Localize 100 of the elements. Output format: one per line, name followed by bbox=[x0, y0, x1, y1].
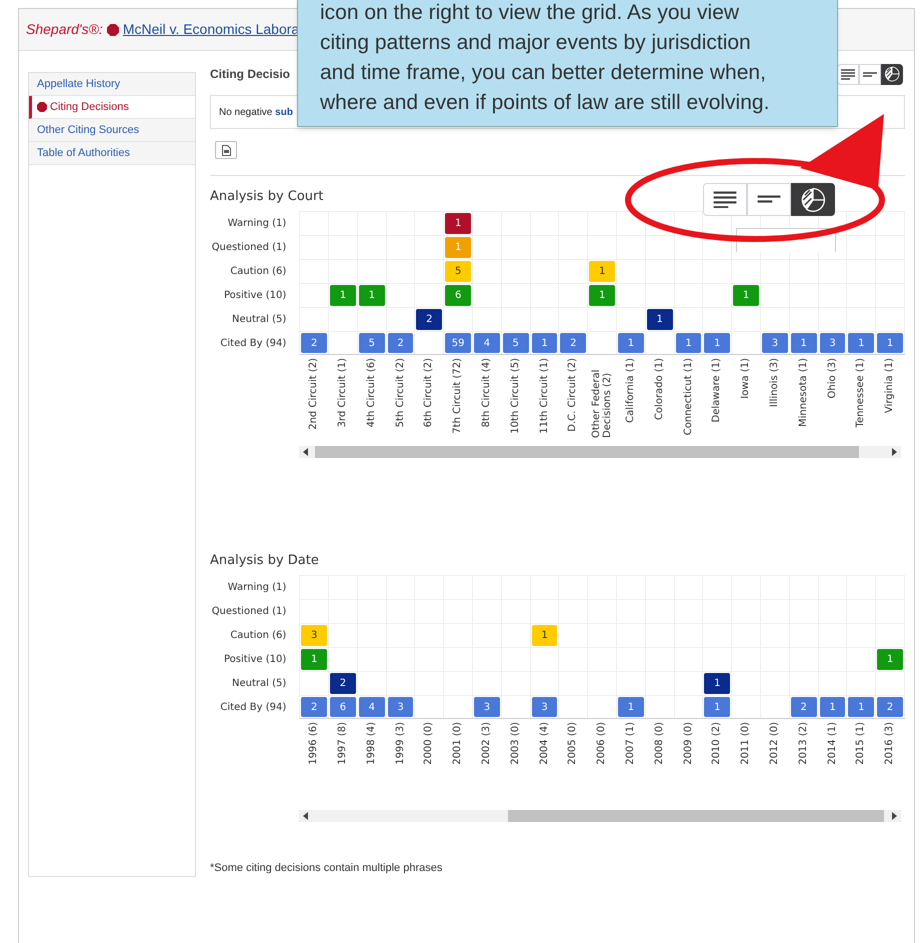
scroll-right-icon[interactable] bbox=[891, 812, 898, 820]
count-chip[interactable]: 3 bbox=[474, 697, 500, 717]
column-label: 2008 (0) bbox=[654, 722, 665, 765]
column-label: 11th Circuit (1) bbox=[538, 358, 550, 434]
count-chip[interactable]: 5 bbox=[358, 333, 385, 353]
grid-cell bbox=[646, 235, 675, 259]
count-chip[interactable]: 2 bbox=[301, 697, 328, 717]
column-label: 2003 (0) bbox=[510, 722, 521, 765]
column-label: 4th Circuit (6) bbox=[366, 358, 377, 428]
count-chip[interactable]: 1 bbox=[532, 333, 558, 353]
scroll-left-icon[interactable] bbox=[303, 812, 310, 820]
column-label: 5th Circuit (2) bbox=[394, 358, 406, 428]
count-chip[interactable]: 1 bbox=[618, 333, 644, 353]
count-chip[interactable]: 2 bbox=[301, 333, 328, 353]
column-label: 6th Circuit (2) bbox=[423, 358, 434, 428]
section-heading: Analysis by Date bbox=[210, 552, 319, 569]
count-chip[interactable]: 1 bbox=[704, 333, 730, 353]
count-chip[interactable]: 2 bbox=[560, 333, 586, 353]
count-chip[interactable]: 1 bbox=[358, 285, 385, 306]
count-chip[interactable]: 3 bbox=[820, 333, 846, 353]
row-label: Cited By (94) bbox=[220, 700, 286, 714]
count-chip[interactable]: 3 bbox=[388, 697, 414, 717]
column-label: 2004 (4) bbox=[538, 722, 550, 765]
count-chip[interactable]: 2 bbox=[330, 673, 356, 694]
view-toggle-button[interactable] bbox=[881, 64, 903, 84]
document-icon bbox=[222, 144, 230, 156]
column-label: Other Federal Decisions (2) bbox=[590, 368, 613, 438]
column-label: 2011 (0) bbox=[740, 722, 752, 765]
count-chip[interactable]: 5 bbox=[502, 333, 529, 353]
stop-signal-icon bbox=[37, 102, 47, 112]
tooltip-text: citing patterns and major events by jurisdiction bbox=[320, 30, 752, 56]
count-chip[interactable]: 1 bbox=[848, 333, 874, 353]
sidebar-item[interactable]: Other Citing Sources bbox=[29, 119, 195, 142]
notice-link[interactable]: sub bbox=[275, 106, 293, 118]
count-chip[interactable]: 1 bbox=[704, 697, 730, 717]
column-label: D.C. Circuit (2) bbox=[567, 358, 578, 432]
count-chip[interactable]: 2 bbox=[388, 333, 414, 353]
count-chip[interactable]: 1 bbox=[704, 673, 730, 694]
column-label: 2014 (1) bbox=[826, 722, 838, 765]
count-chip[interactable]: 3 bbox=[301, 625, 328, 646]
count-chip[interactable]: 1 bbox=[589, 285, 616, 306]
pie-chart-icon bbox=[800, 186, 826, 212]
count-chip[interactable]: 3 bbox=[762, 333, 788, 353]
count-chip[interactable]: 1 bbox=[589, 261, 616, 282]
column-label: 1996 (6) bbox=[308, 722, 320, 765]
grid-cell bbox=[502, 647, 531, 671]
count-chip[interactable]: 1 bbox=[330, 285, 356, 306]
count-chip[interactable]: 6 bbox=[330, 697, 356, 717]
count-chip[interactable]: 1 bbox=[676, 333, 702, 353]
grid-cell bbox=[674, 235, 704, 259]
count-chip[interactable]: 1 bbox=[877, 333, 903, 353]
column-label: Delaware (1) bbox=[711, 358, 722, 422]
sidebar-item[interactable]: Table of Authorities bbox=[29, 142, 195, 165]
scroll-left-icon[interactable] bbox=[303, 448, 310, 456]
count-chip[interactable]: 6 bbox=[445, 285, 472, 306]
count-chip[interactable]: 59 bbox=[445, 333, 472, 353]
sidebar-item[interactable]: Citing Decisions bbox=[29, 96, 195, 119]
document-button[interactable] bbox=[215, 141, 237, 159]
column-label: 7th Circuit (72) bbox=[452, 358, 464, 434]
row-label: Warning (1) bbox=[228, 580, 286, 594]
count-chip[interactable]: 1 bbox=[848, 697, 874, 717]
column-label: 2001 (0) bbox=[452, 722, 464, 765]
count-chip[interactable]: 1 bbox=[532, 625, 558, 646]
lines-icon bbox=[712, 190, 738, 208]
count-chip[interactable]: 1 bbox=[877, 649, 903, 670]
scroll-right-icon[interactable] bbox=[891, 448, 898, 456]
column-label: 2000 (0) bbox=[423, 722, 434, 765]
count-chip[interactable]: 3 bbox=[532, 697, 558, 717]
count-chip[interactable]: 2 bbox=[416, 309, 442, 330]
column-label: Minnesota (1) bbox=[798, 358, 809, 427]
notice-text: No negative sub bbox=[219, 106, 293, 120]
count-chip[interactable]: 1 bbox=[790, 333, 817, 353]
count-chip[interactable]: 4 bbox=[358, 697, 385, 717]
count-chip[interactable]: 1 bbox=[733, 285, 760, 306]
column-label: 1998 (4) bbox=[366, 722, 377, 765]
pie-chart-icon bbox=[884, 66, 900, 82]
horizontal-scrollbar[interactable] bbox=[299, 810, 902, 822]
count-chip[interactable]: 1 bbox=[301, 649, 328, 670]
count-chip[interactable]: 5 bbox=[445, 261, 472, 282]
count-chip[interactable]: 1 bbox=[618, 697, 644, 717]
column-label: Connecticut (1) bbox=[682, 358, 694, 436]
section-title: Citing Decisio bbox=[210, 66, 290, 83]
column-label: 2010 (2) bbox=[711, 722, 722, 765]
grid-cell bbox=[646, 211, 675, 235]
column-label: 3rd Circuit (1) bbox=[336, 358, 348, 428]
column-label: 2002 (3) bbox=[480, 722, 492, 765]
sidebar-item[interactable]: Appellate History bbox=[29, 73, 195, 96]
count-chip[interactable]: 2 bbox=[790, 697, 817, 717]
view-toggle-button[interactable] bbox=[791, 183, 835, 216]
count-chip[interactable]: 1 bbox=[445, 213, 472, 234]
count-chip[interactable]: 4 bbox=[474, 333, 500, 353]
count-chip[interactable]: 1 bbox=[646, 309, 673, 330]
brand-label: Shepard's®: bbox=[26, 20, 103, 39]
count-chip[interactable]: 2 bbox=[877, 697, 903, 717]
tooltip-text: where and even if points of law are still evolving. bbox=[320, 90, 770, 116]
count-chip[interactable]: 1 bbox=[445, 237, 472, 258]
row-label: Positive (10) bbox=[224, 652, 286, 666]
count-chip[interactable]: 1 bbox=[820, 697, 846, 717]
column-label: Colorado (1) bbox=[654, 358, 665, 420]
scrollbar-thumb[interactable] bbox=[508, 810, 884, 822]
